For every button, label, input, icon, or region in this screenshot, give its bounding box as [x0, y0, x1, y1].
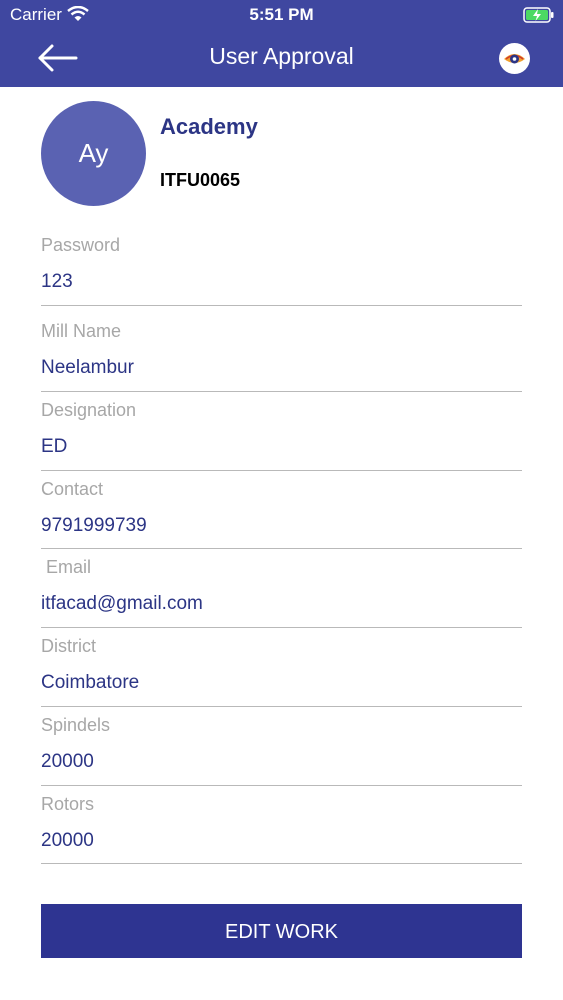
field-designation: Designation ED: [41, 400, 522, 471]
field-value: Neelambur: [41, 357, 134, 378]
edit-work-button[interactable]: EDIT WORK: [41, 904, 522, 958]
field-label: District: [41, 636, 96, 656]
field-email: Email itfacad@gmail.com: [41, 557, 522, 628]
field-label: Email: [41, 557, 92, 577]
top-bar: Carrier 5:51 PM User Approval: [0, 0, 563, 87]
field-value: ED: [41, 436, 68, 457]
field-rotors: Rotors 20000: [41, 794, 522, 864]
field-label: Spindels: [41, 715, 111, 735]
field-label: Contact: [41, 479, 104, 499]
field-value: 9791999739: [41, 515, 147, 536]
status-bar: Carrier 5:51 PM: [0, 0, 563, 30]
field-value: itfacad@gmail.com: [41, 593, 203, 614]
clock: 5:51 PM: [249, 5, 314, 24]
field-value: 20000: [41, 751, 94, 772]
field-mill-name: Mill Name Neelambur: [41, 321, 522, 392]
field-label: Mill Name: [41, 321, 122, 341]
profile-id: ITFU0065: [160, 170, 241, 190]
field-password: Password 123: [41, 235, 522, 306]
field-value: Coimbatore: [41, 672, 140, 693]
field-contact: Contact 9791999739: [41, 479, 522, 549]
field-value: 20000: [41, 830, 94, 851]
field-label: Password: [41, 235, 121, 255]
field-value: 123: [41, 271, 73, 292]
field-label: Rotors: [41, 794, 95, 814]
field-label: Designation: [41, 400, 137, 420]
nav-bar: User Approval: [0, 30, 563, 87]
profile-name: Academy: [160, 114, 258, 139]
avatar: Ay: [41, 101, 146, 206]
field-district: District Coimbatore: [41, 636, 522, 707]
app-logo-icon[interactable]: [499, 43, 530, 74]
page-title: User Approval: [209, 43, 354, 69]
field-spindels: Spindels 20000: [41, 715, 522, 786]
battery-charging-icon: [523, 7, 554, 23]
eye-logo-icon: [499, 43, 530, 74]
